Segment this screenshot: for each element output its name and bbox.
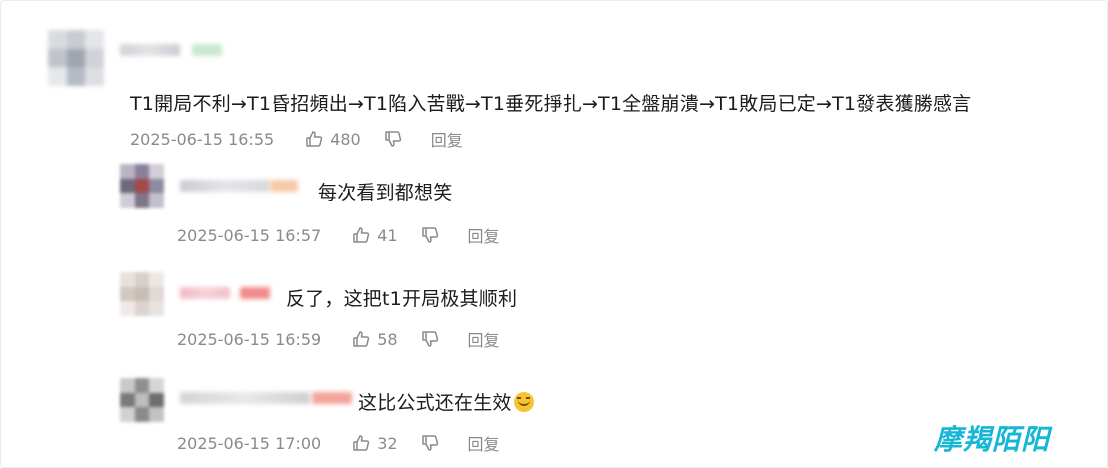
reply-button[interactable]: 回复	[468, 431, 500, 455]
like-button[interactable]: 58	[351, 329, 398, 349]
dislike-button[interactable]	[420, 225, 446, 245]
thumb-up-icon	[353, 227, 370, 243]
thumb-down-icon	[421, 227, 438, 243]
reply-meta: 2025-06-15 17:00 32 回复	[177, 431, 500, 455]
reply-button[interactable]: 回复	[468, 223, 500, 247]
thumb-up-icon	[353, 331, 370, 347]
reply-time: 2025-06-15 16:59	[177, 329, 322, 349]
comment-time: 2025-06-15 16:55	[130, 129, 275, 149]
like-button[interactable]: 480	[304, 129, 361, 149]
dislike-button[interactable]	[420, 329, 446, 349]
like-count: 32	[377, 433, 398, 453]
username-censored[interactable]	[180, 287, 230, 299]
avatar[interactable]	[120, 378, 164, 422]
avatar[interactable]	[120, 164, 164, 208]
username-censored[interactable]	[180, 180, 270, 192]
user-badge-censored	[312, 392, 352, 404]
dislike-button[interactable]	[383, 129, 409, 149]
avatar[interactable]	[120, 272, 164, 316]
like-button[interactable]: 32	[351, 433, 398, 453]
username-censored[interactable]	[120, 44, 180, 56]
reply-text: 反了，这把t1开局极其顺利	[286, 288, 518, 310]
thumb-up-icon	[353, 435, 370, 451]
reply-meta: 2025-06-15 16:57 41 回复	[177, 223, 500, 247]
reply-text-content: 这比公式还在生效	[358, 392, 512, 414]
laughing-emoji-icon	[513, 392, 534, 412]
reply-text: 每次看到都想笑	[318, 182, 453, 204]
comment-meta: 2025-06-15 16:55 480 回复	[130, 127, 463, 151]
like-count: 58	[377, 329, 398, 349]
like-button[interactable]: 41	[351, 225, 398, 245]
dislike-button[interactable]	[420, 433, 446, 453]
comment-text: T1開局不利→T1昏招頻出→T1陷入苦戰→T1垂死掙扎→T1全盤崩潰→T1敗局已…	[130, 93, 972, 115]
reply-time: 2025-06-15 17:00	[177, 433, 322, 453]
reply-text: 这比公式还在生效	[358, 388, 534, 415]
reply-button[interactable]: 回复	[431, 127, 463, 151]
thumb-down-icon	[421, 331, 438, 347]
thumb-down-icon	[384, 131, 401, 147]
reply-time: 2025-06-15 16:57	[177, 225, 322, 245]
like-count: 41	[377, 225, 398, 245]
username-censored[interactable]	[180, 392, 310, 404]
user-badge-censored	[240, 287, 270, 299]
like-count: 480	[330, 129, 361, 149]
comment-panel	[0, 0, 1108, 468]
thumb-up-icon	[306, 131, 323, 147]
user-badge-censored	[192, 44, 222, 56]
user-badge-censored	[270, 180, 298, 192]
reply-button[interactable]: 回复	[468, 327, 500, 351]
reply-meta: 2025-06-15 16:59 58 回复	[177, 327, 500, 351]
watermark: 摩羯陌阳	[933, 423, 1050, 456]
avatar[interactable]	[48, 30, 104, 86]
thumb-down-icon	[421, 435, 438, 451]
